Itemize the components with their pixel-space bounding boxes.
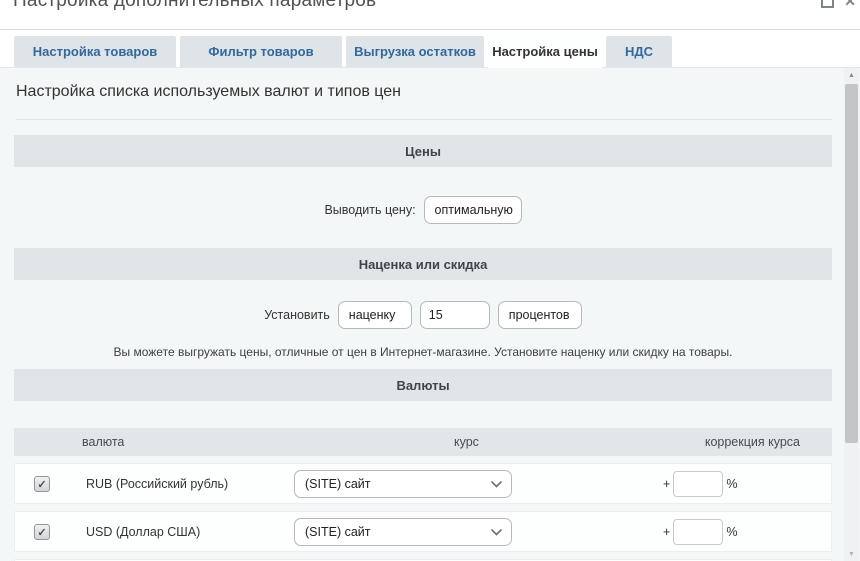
tab-label: Настройка цены	[492, 44, 598, 59]
scroll-up-icon[interactable]: ▲	[844, 68, 859, 82]
tab-product-filter[interactable]: Фильтр товаров	[180, 36, 342, 67]
plus-sign: +	[663, 477, 670, 491]
display-price-row: Выводить цену: оптимальную	[14, 196, 832, 224]
maximize-icon[interactable]	[821, 0, 834, 8]
correction-group: + %	[663, 471, 737, 497]
tab-label: Настройка товаров	[33, 44, 158, 59]
scrollbar-thumb[interactable]	[845, 84, 858, 443]
table-row-usd: ✓ USD (Доллар США) (SITE) сайт + %	[14, 511, 832, 552]
tab-label: Выгрузка остатков	[354, 44, 476, 59]
tab-price-settings[interactable]: Настройка цены	[488, 34, 602, 68]
check-icon: ✓	[37, 478, 46, 491]
percent-sign: %	[726, 477, 737, 491]
markup-help-text: Вы можете выгружать цены, отличные от це…	[14, 345, 832, 359]
currency-name: RUB (Российский рубль)	[86, 477, 228, 491]
percent-sign: %	[726, 525, 737, 539]
section-bar-prices: Цены	[14, 135, 832, 167]
currency-checkbox[interactable]: ✓	[34, 524, 50, 540]
col-header-currency: валюта	[82, 435, 124, 449]
rate-select[interactable]: (SITE) сайт	[294, 518, 512, 546]
price-settings-panel: Настройка списка используемых валют и ти…	[0, 67, 860, 561]
section-bar-currencies: Валюты	[14, 369, 832, 401]
markup-type-select[interactable]: наценку	[338, 301, 412, 329]
settings-dialog: Настройка дополнительных параметров ✕ На…	[0, 0, 860, 561]
display-price-label: Выводить цену:	[324, 203, 415, 217]
vertical-scrollbar: ▲ ▼	[844, 68, 859, 561]
tab-product-settings[interactable]: Настройка товаров	[14, 36, 176, 67]
titlebar-divider	[0, 29, 860, 30]
select-value: (SITE) сайт	[305, 525, 483, 539]
table-row-rub: ✓ RUB (Российский рубль) (SITE) сайт + %	[14, 463, 832, 504]
correction-input[interactable]	[673, 519, 723, 545]
check-icon: ✓	[37, 526, 46, 539]
tab-vat[interactable]: НДС	[606, 36, 672, 67]
tab-label: НДС	[625, 44, 653, 59]
close-icon[interactable]: ✕	[844, 0, 856, 8]
correction-input[interactable]	[673, 471, 723, 497]
correction-group: + %	[663, 519, 737, 545]
tab-label: Фильтр товаров	[208, 44, 313, 59]
currencies-table: валюта курс коррекция курса ✓ RUB (Росси…	[14, 428, 832, 561]
heading-divider	[16, 119, 832, 120]
markup-set-label: Установить	[264, 308, 330, 322]
currency-checkbox[interactable]: ✓	[34, 476, 50, 492]
select-value: наценку	[349, 308, 396, 322]
chevron-down-icon	[491, 529, 502, 536]
select-value: процентов	[509, 308, 570, 322]
window-controls: ✕	[821, 0, 856, 8]
scroll-down-icon[interactable]: ▼	[844, 547, 859, 561]
tab-bar: Настройка товаров Фильтр товаров Выгрузк…	[14, 36, 672, 68]
table-header: валюта курс коррекция курса	[14, 428, 832, 456]
dialog-title: Настройка дополнительных параметров	[13, 0, 376, 12]
page-title: Настройка списка используемых валют и ти…	[16, 83, 401, 101]
rate-select[interactable]: (SITE) сайт	[294, 470, 512, 498]
markup-amount-input[interactable]	[420, 301, 490, 329]
tab-stock-export[interactable]: Выгрузка остатков	[346, 36, 484, 67]
markup-unit-select[interactable]: процентов	[498, 301, 582, 329]
select-value: (SITE) сайт	[305, 477, 483, 491]
select-value: оптимальную	[435, 203, 513, 217]
col-header-correction: коррекция курса	[705, 435, 800, 449]
plus-sign: +	[663, 525, 670, 539]
currency-name: USD (Доллар США)	[86, 525, 200, 539]
section-bar-markup: Наценка или скидка	[14, 248, 832, 280]
markup-row: Установить наценку процентов	[14, 301, 832, 329]
display-price-select[interactable]: оптимальную	[424, 196, 522, 224]
col-header-rate: курс	[454, 435, 479, 449]
chevron-down-icon	[491, 481, 502, 488]
